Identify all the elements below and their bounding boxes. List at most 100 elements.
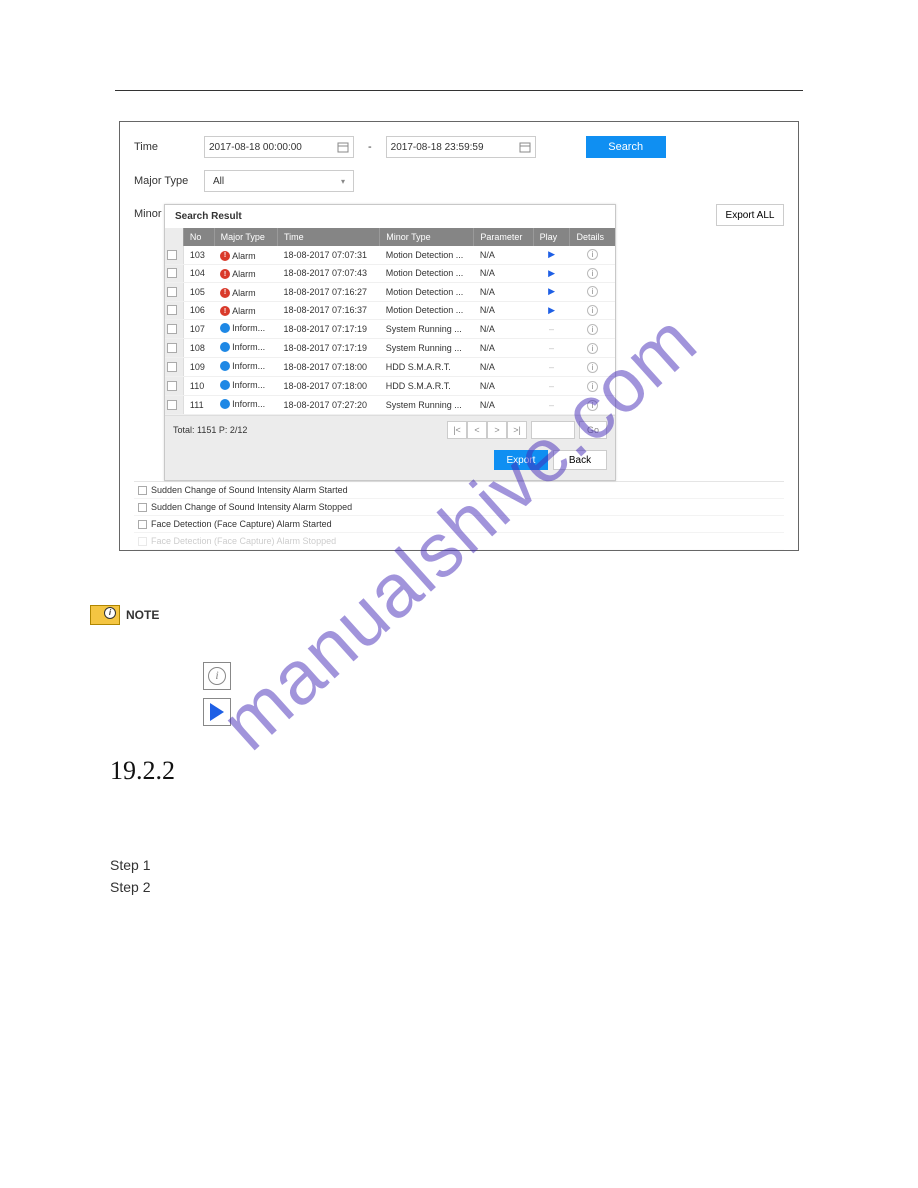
option-label: Sudden Change of Sound Intensity Alarm S… bbox=[151, 485, 348, 495]
details-icon[interactable]: i bbox=[587, 249, 598, 260]
search-result-card: Search Result No Major Type bbox=[164, 204, 616, 481]
checkbox-icon[interactable] bbox=[138, 503, 147, 512]
search-result-title: Search Result bbox=[165, 205, 615, 228]
play-icon[interactable]: ▶ bbox=[548, 268, 555, 278]
row-checkbox[interactable] bbox=[167, 324, 177, 334]
table-row[interactable]: 103! Alarm18-08-2017 07:07:31Motion Dete… bbox=[165, 246, 615, 264]
details-icon[interactable]: i bbox=[587, 343, 598, 354]
cell-minor: HDD S.M.A.R.T. bbox=[380, 358, 474, 377]
no-play: – bbox=[549, 381, 554, 391]
table-row[interactable]: 107 Inform...18-08-2017 07:17:19System R… bbox=[165, 320, 615, 339]
cell-details: i bbox=[570, 396, 615, 415]
table-row[interactable]: 104! Alarm18-08-2017 07:07:43Motion Dete… bbox=[165, 264, 615, 283]
cell-no: 110 bbox=[183, 377, 214, 396]
start-time-value: 2017-08-18 00:00:00 bbox=[209, 142, 302, 153]
cell-param: N/A bbox=[474, 264, 533, 283]
cell-minor: Motion Detection ... bbox=[380, 264, 474, 283]
end-time-input[interactable]: 2017-08-18 23:59:59 bbox=[386, 136, 536, 158]
option-row[interactable]: Sudden Change of Sound Intensity Alarm S… bbox=[134, 482, 784, 499]
no-play: – bbox=[549, 324, 554, 334]
details-icon[interactable]: i bbox=[587, 268, 598, 279]
cell-time: 18-08-2017 07:27:20 bbox=[277, 396, 379, 415]
info-icon bbox=[220, 342, 230, 352]
cell-param: N/A bbox=[474, 339, 533, 358]
row-checkbox[interactable] bbox=[167, 400, 177, 410]
play-icon[interactable]: ▶ bbox=[548, 249, 555, 259]
top-rule bbox=[115, 90, 803, 91]
col-details: Details bbox=[570, 228, 615, 246]
play-icon[interactable]: ▶ bbox=[548, 286, 555, 296]
details-icon[interactable]: i bbox=[587, 381, 598, 392]
export-all-button[interactable]: Export ALL bbox=[716, 204, 784, 226]
table-row[interactable]: 106! Alarm18-08-2017 07:16:37Motion Dete… bbox=[165, 301, 615, 320]
option-row[interactable]: Face Detection (Face Capture) Alarm Star… bbox=[134, 516, 784, 533]
last-page-button[interactable]: >| bbox=[507, 421, 527, 439]
row-checkbox[interactable] bbox=[167, 343, 177, 353]
cell-details: i bbox=[570, 301, 615, 320]
start-time-input[interactable]: 2017-08-18 00:00:00 bbox=[204, 136, 354, 158]
pager-total: Total: 1151 P: 2/12 bbox=[173, 425, 247, 435]
bullet-icon bbox=[170, 709, 176, 715]
col-minor: Minor Type bbox=[380, 228, 474, 246]
cell-time: 18-08-2017 07:16:37 bbox=[277, 301, 379, 320]
table-row[interactable]: 105! Alarm18-08-2017 07:16:27Motion Dete… bbox=[165, 283, 615, 302]
row-checkbox[interactable] bbox=[167, 268, 177, 278]
col-major: Major Type bbox=[214, 228, 277, 246]
first-page-button[interactable]: |< bbox=[447, 421, 467, 439]
cell-no: 104 bbox=[183, 264, 214, 283]
alarm-icon: ! bbox=[220, 251, 230, 261]
cell-param: N/A bbox=[474, 396, 533, 415]
page-input[interactable] bbox=[531, 421, 575, 439]
info-icon-sample: i bbox=[203, 662, 231, 690]
table-row[interactable]: 111 Inform...18-08-2017 07:27:20System R… bbox=[165, 396, 615, 415]
table-row[interactable]: 108 Inform...18-08-2017 07:17:19System R… bbox=[165, 339, 615, 358]
go-button[interactable]: Go bbox=[579, 421, 607, 439]
checkbox-icon[interactable] bbox=[138, 486, 147, 495]
details-icon[interactable]: i bbox=[587, 286, 598, 297]
col-no: No bbox=[183, 228, 214, 246]
row-checkbox[interactable] bbox=[167, 362, 177, 372]
details-icon[interactable]: i bbox=[587, 324, 598, 335]
play-icon[interactable]: ▶ bbox=[548, 305, 555, 315]
cell-details: i bbox=[570, 339, 615, 358]
prev-page-button[interactable]: < bbox=[467, 421, 487, 439]
details-icon[interactable]: i bbox=[587, 305, 598, 316]
option-label: Sudden Change of Sound Intensity Alarm S… bbox=[151, 502, 352, 512]
export-button[interactable]: Export bbox=[494, 450, 548, 470]
cell-play: ▶ bbox=[533, 301, 570, 320]
no-play: – bbox=[549, 362, 554, 372]
cell-no: 103 bbox=[183, 246, 214, 264]
cell-no: 109 bbox=[183, 358, 214, 377]
purpose-heading: . bbox=[115, 800, 803, 818]
note-label: NOTE bbox=[126, 608, 159, 622]
details-icon[interactable]: i bbox=[587, 362, 598, 373]
back-button[interactable]: Back bbox=[553, 450, 607, 470]
cell-play: – bbox=[533, 358, 570, 377]
pager: Total: 1151 P: 2/12 |< < > >| Go bbox=[165, 415, 615, 444]
cell-param: N/A bbox=[474, 377, 533, 396]
col-play: Play bbox=[533, 228, 570, 246]
row-checkbox[interactable] bbox=[167, 250, 177, 260]
search-button[interactable]: Search bbox=[586, 136, 666, 158]
checkbox-icon[interactable] bbox=[138, 537, 147, 546]
table-row[interactable]: 110 Inform...18-08-2017 07:18:00HDD S.M.… bbox=[165, 377, 615, 396]
cell-minor: System Running ... bbox=[380, 320, 474, 339]
minor-label: Minor bbox=[134, 208, 162, 220]
next-page-button[interactable]: > bbox=[487, 421, 507, 439]
row-checkbox[interactable] bbox=[167, 287, 177, 297]
option-row[interactable]: Sudden Change of Sound Intensity Alarm S… bbox=[134, 499, 784, 516]
chevron-down-icon: ▾ bbox=[341, 177, 345, 186]
major-type-value: All bbox=[213, 176, 224, 187]
log-search-figure: Time 2017-08-18 00:00:00 - 2017-08-18 23… bbox=[119, 121, 799, 551]
table-row[interactable]: 109 Inform...18-08-2017 07:18:00HDD S.M.… bbox=[165, 358, 615, 377]
cell-play: ▶ bbox=[533, 264, 570, 283]
major-type-select[interactable]: All ▾ bbox=[204, 170, 354, 192]
row-checkbox[interactable] bbox=[167, 305, 177, 315]
details-icon[interactable]: i bbox=[587, 400, 598, 411]
option-row[interactable]: Face Detection (Face Capture) Alarm Stop… bbox=[134, 533, 784, 550]
cell-no: 108 bbox=[183, 339, 214, 358]
row-checkbox[interactable] bbox=[167, 381, 177, 391]
cell-major: Inform... bbox=[214, 396, 277, 415]
checkbox-icon[interactable] bbox=[138, 520, 147, 529]
bullet-tail: . bbox=[243, 706, 246, 718]
